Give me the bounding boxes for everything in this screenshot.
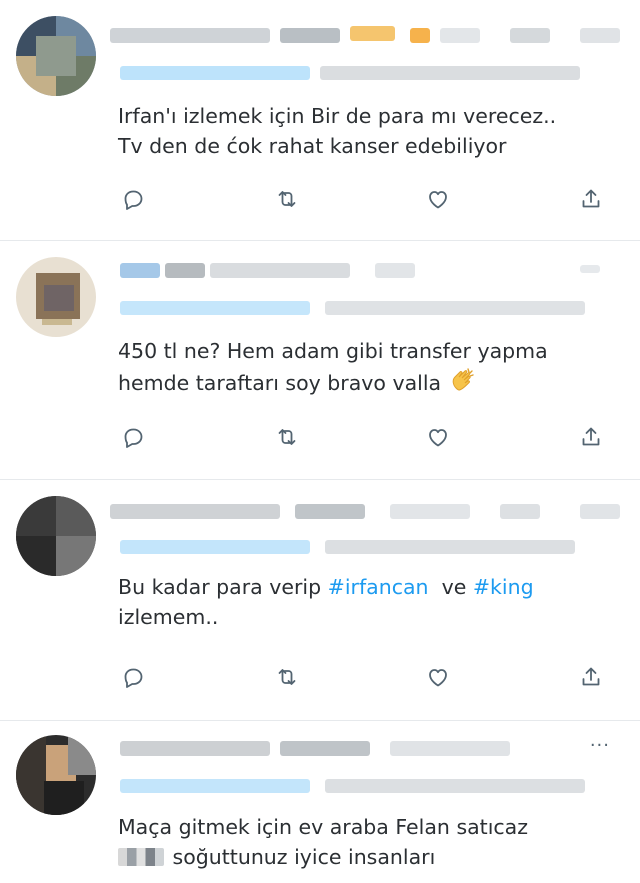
- author-name-blurred[interactable]: [110, 500, 630, 530]
- like-button[interactable]: [423, 662, 453, 692]
- share-button[interactable]: [576, 422, 606, 452]
- tweet-3[interactable]: Bu kadar para verip #irfancan ve #king i…: [0, 480, 640, 720]
- share-icon: [582, 189, 600, 208]
- like-button[interactable]: [423, 184, 453, 214]
- tweet-text: Irfan'ı izlemek için Bir de para mı vere…: [118, 104, 557, 158]
- reply-icon: [124, 428, 143, 448]
- avatar[interactable]: [16, 16, 96, 96]
- tweet-actions: [118, 662, 618, 692]
- reply-button[interactable]: [118, 422, 148, 452]
- author-handle-blurred: [110, 64, 590, 84]
- tweet-text: Bu kadar para verip #irfancan ve #king i…: [118, 572, 618, 632]
- tweet-4[interactable]: ··· Maça gitmek için ev araba Felan satı…: [0, 721, 640, 883]
- retweet-button[interactable]: [272, 422, 302, 452]
- reply-icon: [124, 668, 143, 688]
- share-button[interactable]: [576, 184, 606, 214]
- tweet-text-part: izlemem..: [118, 605, 219, 629]
- retweet-icon: [278, 191, 296, 207]
- retweet-icon: [278, 669, 296, 685]
- retweet-button[interactable]: [272, 662, 302, 692]
- author-name-blurred[interactable]: [110, 259, 630, 289]
- author-name-blurred[interactable]: [110, 24, 630, 54]
- tweet-text-body: 450 tl ne? Hem adam gibi transfer yapma …: [118, 339, 548, 395]
- hashtag-link[interactable]: #king: [473, 575, 534, 599]
- avatar[interactable]: [16, 496, 96, 576]
- tweet-text-line: soğuttunuz iyice insanları: [166, 845, 436, 869]
- tweet-text-part: Bu kadar para verip: [118, 575, 328, 599]
- tweet-1[interactable]: Irfan'ı izlemek için Bir de para mı vere…: [0, 0, 640, 240]
- retweet-button[interactable]: [272, 184, 302, 214]
- tweet-text-part: ve: [428, 575, 473, 599]
- share-button[interactable]: [576, 662, 606, 692]
- retweet-icon: [278, 429, 296, 445]
- author-handle-blurred: [110, 777, 590, 797]
- hashtag-link[interactable]: #irfancan: [328, 575, 429, 599]
- tweet-text: 450 tl ne? Hem adam gibi transfer yapma …: [118, 336, 618, 398]
- like-icon: [429, 429, 447, 447]
- reply-icon: [124, 190, 143, 210]
- clapping-hands-icon: [452, 368, 474, 391]
- like-icon: [429, 669, 447, 687]
- like-icon: [429, 191, 447, 209]
- share-icon: [582, 667, 600, 686]
- author-handle-blurred: [110, 538, 590, 558]
- tweet-actions: [118, 184, 618, 214]
- more-options-button[interactable]: ···: [590, 735, 610, 756]
- reply-button[interactable]: [118, 184, 148, 214]
- author-handle-blurred: [110, 299, 590, 319]
- tweet-2[interactable]: 450 tl ne? Hem adam gibi transfer yapma …: [0, 241, 640, 479]
- avatar[interactable]: [16, 257, 96, 337]
- censored-word: [118, 848, 164, 866]
- tweet-text-line: Maça gitmek için ev araba Felan satıcaz: [118, 815, 529, 839]
- avatar[interactable]: [16, 735, 96, 815]
- tweet-text: Maça gitmek için ev araba Felan satıcaz …: [118, 812, 618, 872]
- tweet-actions: [118, 422, 618, 452]
- author-name-blurred[interactable]: [110, 737, 630, 767]
- like-button[interactable]: [423, 422, 453, 452]
- share-icon: [582, 427, 600, 446]
- reply-button[interactable]: [118, 662, 148, 692]
